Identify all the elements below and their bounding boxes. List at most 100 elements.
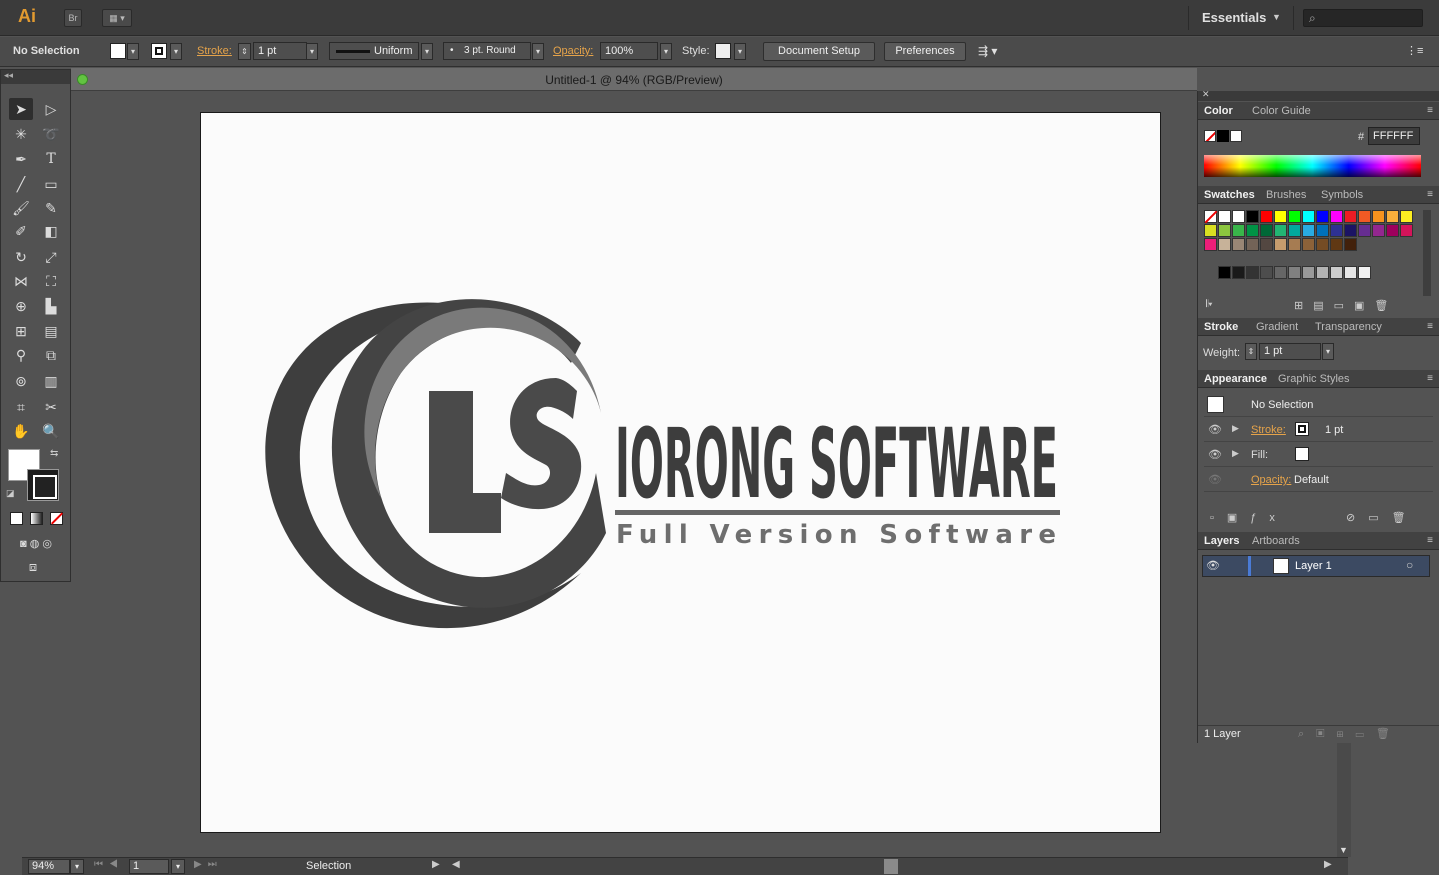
- color-swatch[interactable]: [1344, 238, 1357, 251]
- panel-menu-icon[interactable]: ≡: [1427, 535, 1433, 546]
- canvas-area[interactable]: IORONG SOFTWARE Full Version Software: [22, 91, 1197, 857]
- slice-tool-icon[interactable]: ✂: [39, 396, 63, 418]
- color-swatch[interactable]: [1204, 238, 1217, 251]
- gray-swatch[interactable]: [1218, 266, 1231, 279]
- tab-transparency[interactable]: Transparency: [1315, 321, 1382, 333]
- color-swatch[interactable]: [1246, 224, 1259, 237]
- color-swatch[interactable]: [1260, 224, 1273, 237]
- gray-swatch[interactable]: [1330, 266, 1343, 279]
- swatch-libraries-icon[interactable]: 𝄃▾: [1206, 299, 1212, 310]
- stroke-label[interactable]: Stroke:: [197, 45, 232, 57]
- panel-menu-icon[interactable]: ⋮≡: [1406, 44, 1423, 57]
- type-tool-icon[interactable]: T: [39, 148, 63, 170]
- scroll-left-icon[interactable]: ◀: [452, 859, 460, 870]
- opacity-field[interactable]: 100%: [600, 42, 658, 60]
- tab-appearance[interactable]: Appearance: [1204, 373, 1267, 385]
- weight-dropdown[interactable]: ▾: [1322, 343, 1334, 360]
- color-swatch[interactable]: [1246, 238, 1259, 251]
- gradient-tool-icon[interactable]: ▤: [39, 320, 63, 342]
- panel-menu-icon[interactable]: ≡: [1427, 105, 1433, 116]
- scale-tool-icon[interactable]: ⤢: [39, 246, 63, 268]
- style-dropdown[interactable]: ▾: [734, 43, 746, 60]
- dock-header[interactable]: ✕: [1198, 89, 1439, 101]
- hex-value-field[interactable]: FFFFFF: [1368, 127, 1420, 145]
- color-swatch[interactable]: [1316, 238, 1329, 251]
- color-swatch[interactable]: [1400, 224, 1413, 237]
- opacity-dropdown[interactable]: ▾: [660, 43, 672, 60]
- perspective-grid-tool-icon[interactable]: ▙: [39, 295, 63, 317]
- expand-triangle-icon[interactable]: ▶: [1232, 448, 1239, 459]
- bridge-button[interactable]: Br: [64, 9, 82, 27]
- tab-swatches[interactable]: Swatches: [1204, 189, 1255, 201]
- color-swatch[interactable]: [1330, 224, 1343, 237]
- profile-dropdown[interactable]: ▾: [421, 43, 433, 60]
- color-swatch[interactable]: [1232, 210, 1245, 223]
- mesh-tool-icon[interactable]: ⊞: [9, 320, 33, 342]
- blob-brush-tool-icon[interactable]: ✐: [9, 220, 33, 242]
- color-swatch[interactable]: [1302, 224, 1315, 237]
- artboard-dropdown[interactable]: ▾: [171, 859, 185, 874]
- color-swatch[interactable]: [1288, 210, 1301, 223]
- color-swatch[interactable]: [1344, 224, 1357, 237]
- search-input[interactable]: ⌕: [1303, 9, 1423, 27]
- gray-swatch[interactable]: [1302, 266, 1315, 279]
- next-last-artboard-icons[interactable]: ▶⏭: [194, 859, 223, 870]
- color-swatch[interactable]: [1330, 210, 1343, 223]
- gray-swatch[interactable]: [1232, 266, 1245, 279]
- zoom-dropdown[interactable]: ▾: [70, 859, 84, 874]
- pencil-tool-icon[interactable]: ✎: [39, 197, 63, 219]
- chevron-down-icon[interactable]: ▼: [1272, 12, 1281, 22]
- stroke-dropdown[interactable]: ▾: [170, 43, 182, 60]
- appearance-stroke-label[interactable]: Stroke:: [1251, 424, 1286, 436]
- color-swatch[interactable]: [1260, 238, 1273, 251]
- tab-brushes[interactable]: Brushes: [1266, 189, 1306, 201]
- color-swatch[interactable]: [1204, 224, 1217, 237]
- free-transform-tool-icon[interactable]: ⛶: [39, 270, 63, 292]
- appearance-opacity-label[interactable]: Opacity:: [1251, 474, 1291, 486]
- first-prev-artboard-icons[interactable]: ⏮◀: [94, 859, 124, 870]
- tab-artboards[interactable]: Artboards: [1252, 535, 1300, 547]
- stroke-weight-stepper[interactable]: ⇕: [238, 43, 251, 60]
- stroke-color-swatch[interactable]: [151, 43, 167, 59]
- color-swatch[interactable]: [1358, 210, 1371, 223]
- tab-layers[interactable]: Layers: [1204, 535, 1239, 547]
- appearance-fill-row[interactable]: 👁 ▶ Fill:: [1204, 443, 1433, 467]
- tab-gradient[interactable]: Gradient: [1256, 321, 1298, 333]
- direct-selection-tool-icon[interactable]: ▷: [39, 98, 63, 120]
- layer-actions-icons[interactable]: ⌕▣⊞▭🗑: [1298, 727, 1402, 741]
- screen-mode-icon[interactable]: ⧈: [21, 556, 45, 578]
- symbol-sprayer-tool-icon[interactable]: ⊚: [9, 370, 33, 392]
- appearance-stroke-swatch[interactable]: [1295, 422, 1309, 436]
- weight-stepper[interactable]: ⇕: [1245, 343, 1257, 360]
- appearance-fill-swatch[interactable]: [1295, 447, 1309, 461]
- workspace-switcher[interactable]: Essentials: [1202, 10, 1266, 25]
- tab-color[interactable]: Color: [1204, 105, 1233, 117]
- appearance-actions-icons[interactable]: ▫▣ƒx: [1210, 511, 1288, 524]
- color-swatch[interactable]: [1302, 238, 1315, 251]
- black-swatch[interactable]: [1217, 130, 1229, 142]
- column-graph-tool-icon[interactable]: ▥: [39, 370, 63, 392]
- weight-field[interactable]: 1 pt: [1259, 343, 1321, 360]
- eye-icon[interactable]: 👁: [1208, 473, 1222, 486]
- gray-swatch[interactable]: [1288, 266, 1301, 279]
- color-swatch[interactable]: [1204, 210, 1218, 224]
- color-swatch[interactable]: [1232, 238, 1245, 251]
- none-swatch[interactable]: [1204, 130, 1216, 142]
- color-swatch[interactable]: [1274, 224, 1287, 237]
- color-swatch[interactable]: [1358, 224, 1371, 237]
- close-icon[interactable]: ✕: [1202, 89, 1210, 100]
- status-menu-arrow-icon[interactable]: ▶: [432, 859, 440, 870]
- pen-tool-icon[interactable]: ✒: [9, 148, 33, 170]
- color-swatch[interactable]: [1372, 210, 1385, 223]
- variable-width-profile[interactable]: Uniform: [329, 42, 419, 60]
- lasso-tool-icon[interactable]: ➰: [39, 123, 63, 145]
- panel-menu-icon[interactable]: ≡: [1427, 189, 1433, 200]
- color-swatch[interactable]: [1218, 238, 1231, 251]
- color-swatch[interactable]: [1288, 224, 1301, 237]
- gray-swatch[interactable]: [1316, 266, 1329, 279]
- color-swatch[interactable]: [1232, 224, 1245, 237]
- eraser-tool-icon[interactable]: ◧: [39, 220, 63, 242]
- swap-fill-stroke-icon[interactable]: ⇆: [50, 448, 58, 459]
- fill-color-swatch[interactable]: [110, 43, 126, 59]
- artboard[interactable]: IORONG SOFTWARE Full Version Software: [200, 112, 1161, 833]
